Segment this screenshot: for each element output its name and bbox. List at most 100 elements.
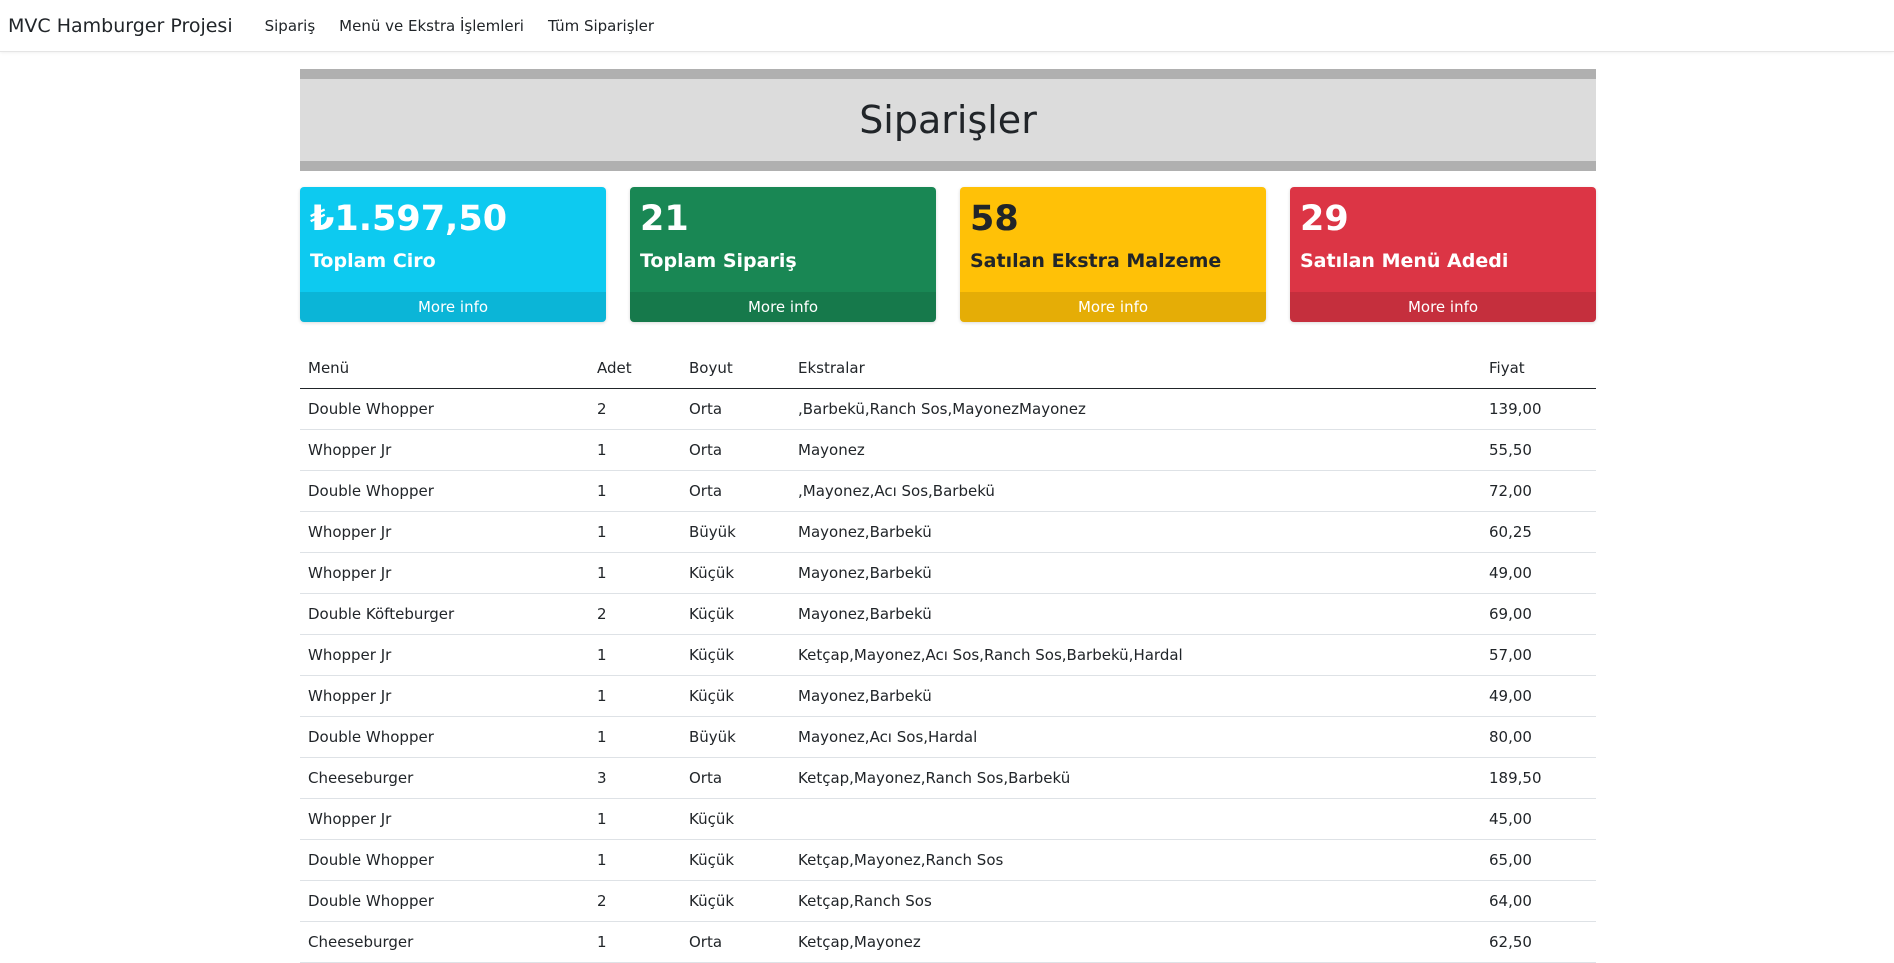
cell-ekstralar: Ketçap,Mayonez,Acı Sos,Ranch Sos,Barbekü… [790, 634, 1481, 676]
cell-fiyat: 139,00 [1481, 388, 1596, 430]
table-row: Double Whopper 1 Büyük Mayonez,Acı Sos,Hard… [300, 716, 1596, 758]
table-row: Double Whopper 1 Orta ,Mayonez,Acı Sos,Barb… [300, 470, 1596, 512]
cell-menu: Whopper Jr [300, 552, 589, 594]
cell-menu: Double Whopper [300, 470, 589, 512]
table-row: Whopper Jr 1 Orta Mayonez 55,50 [300, 429, 1596, 471]
stat-card-ekstra-malzeme: 58 Satılan Ekstra Malzeme More info [960, 187, 1266, 322]
cell-ekstralar: Mayonez,Barbekü [790, 593, 1481, 635]
cell-fiyat: 189,50 [1481, 757, 1596, 799]
cell-boyut: Küçük [681, 798, 790, 840]
table-row: Whopper Jr 1 Küçük Mayonez,Barbekü 49,00 [300, 675, 1596, 717]
table-row: Double Whopper 2 Orta ,Barbekü,Ranch Sos,Ma… [300, 388, 1596, 430]
cell-adet: 2 [589, 388, 681, 430]
cell-ekstralar: Mayonez,Barbekü [790, 552, 1481, 594]
cell-adet: 1 [589, 470, 681, 512]
table-row: Double Whopper 2 Küçük Ketçap,Ranch Sos 64,0… [300, 880, 1596, 922]
cell-ekstralar: Mayonez,Barbekü [790, 675, 1481, 717]
stat-label: Satılan Menü Adedi [1300, 250, 1509, 272]
stat-card-toplam-ciro: ₺1.597,50 Toplam Ciro More info [300, 187, 606, 322]
cell-boyut: Orta [681, 757, 790, 799]
cell-adet: 1 [589, 634, 681, 676]
stat-value: 29 [1300, 199, 1349, 239]
cell-adet: 2 [589, 593, 681, 635]
column-header-ekstralar: Ekstralar [790, 348, 1481, 389]
cell-ekstralar: Mayonez,Barbekü [790, 511, 1481, 553]
page-header: Siparişler [300, 69, 1596, 171]
cell-fiyat: 62,50 [1481, 921, 1596, 963]
stat-card-menu-adedi: 29 Satılan Menü Adedi More info [1290, 187, 1596, 322]
table-row: Whopper Jr 1 Küçük Ketçap,Mayonez,Acı Sos,R… [300, 634, 1596, 676]
table-row: Whopper Jr 1 Küçük Mayonez,Barbekü 49,00 [300, 552, 1596, 594]
more-info-link[interactable]: More info [960, 292, 1266, 322]
table-row: Cheeseburger 3 Orta Ketçap,Mayonez,Ranch So… [300, 757, 1596, 799]
cell-boyut: Orta [681, 470, 790, 512]
cell-ekstralar: Mayonez [790, 429, 1481, 471]
cell-menu: Double Whopper [300, 880, 589, 922]
cell-menu: Double Whopper [300, 839, 589, 881]
stat-value: 21 [640, 199, 689, 239]
more-info-link[interactable]: More info [300, 292, 606, 322]
stat-label: Satılan Ekstra Malzeme [970, 250, 1222, 272]
cell-ekstralar: Ketçap,Mayonez,Ranch Sos,Barbekü [790, 757, 1481, 799]
cell-boyut: Küçük [681, 880, 790, 922]
cell-fiyat: 65,00 [1481, 839, 1596, 881]
more-info-link[interactable]: More info [1290, 292, 1596, 322]
cell-menu: Double Whopper [300, 716, 589, 758]
table-row: Whopper Jr 1 Küçük 45,00 [300, 798, 1596, 840]
cell-boyut: Küçük [681, 839, 790, 881]
cell-adet: 3 [589, 757, 681, 799]
table-row: Cheeseburger 1 Orta Ketçap,Mayonez 62,50 [300, 921, 1596, 963]
stat-card-toplam-siparis: 21 Toplam Sipariş More info [630, 187, 936, 322]
cell-adet: 1 [589, 716, 681, 758]
cell-ekstralar: ,Mayonez,Acı Sos,Barbekü [790, 470, 1481, 512]
cell-adet: 1 [589, 429, 681, 471]
brand-link[interactable]: MVC Hamburger Projesi [8, 15, 233, 37]
cell-menu: Whopper Jr [300, 675, 589, 717]
cell-menu: Cheeseburger [300, 757, 589, 799]
top-navbar: MVC Hamburger Projesi Sipariş Menü ve Ek… [0, 0, 1894, 52]
cell-ekstralar: Mayonez,Acı Sos,Hardal [790, 716, 1481, 758]
column-header-fiyat: Fiyat [1481, 348, 1596, 389]
cell-fiyat: 45,00 [1481, 798, 1596, 840]
cell-menu: Whopper Jr [300, 511, 589, 553]
stat-value: 58 [970, 199, 1019, 239]
cell-ekstralar: Ketçap,Mayonez [790, 921, 1481, 963]
cell-ekstralar: ,Barbekü,Ranch Sos,MayonezMayonez [790, 388, 1481, 430]
table-row: Double Whopper 1 Küçük Ketçap,Mayonez,Ranch… [300, 839, 1596, 881]
table-row: Whopper Jr 1 Büyük Mayonez,Barbekü 60,25 [300, 511, 1596, 553]
more-info-link[interactable]: More info [630, 292, 936, 322]
cell-boyut: Orta [681, 429, 790, 471]
cell-adet: 1 [589, 839, 681, 881]
cell-ekstralar [790, 798, 1481, 840]
cell-fiyat: 64,00 [1481, 880, 1596, 922]
main-container: Siparişler ₺1.597,50 Toplam Ciro More in… [300, 69, 1596, 963]
cell-boyut: Büyük [681, 511, 790, 553]
column-header-boyut: Boyut [681, 348, 790, 389]
cell-adet: 1 [589, 921, 681, 963]
cell-boyut: Büyük [681, 716, 790, 758]
nav-link-menu-ekstra[interactable]: Menü ve Ekstra İşlemleri [339, 17, 524, 35]
cell-boyut: Orta [681, 921, 790, 963]
cell-menu: Whopper Jr [300, 798, 589, 840]
cell-menu: Double Köfteburger [300, 593, 589, 635]
cell-ekstralar: Ketçap,Mayonez,Ranch Sos [790, 839, 1481, 881]
cell-fiyat: 60,25 [1481, 511, 1596, 553]
cell-fiyat: 49,00 [1481, 552, 1596, 594]
nav-link-tum-siparisler[interactable]: Tüm Siparişler [548, 17, 654, 35]
cell-menu: Cheeseburger [300, 921, 589, 963]
cell-ekstralar: Ketçap,Ranch Sos [790, 880, 1481, 922]
cell-menu: Double Whopper [300, 388, 589, 430]
cell-menu: Whopper Jr [300, 429, 589, 471]
nav-link-siparis[interactable]: Sipariş [265, 17, 316, 35]
cell-menu: Whopper Jr [300, 634, 589, 676]
cell-fiyat: 49,00 [1481, 675, 1596, 717]
table-header-row: Menü Adet Boyut Ekstralar Fiyat [300, 348, 1596, 389]
cell-adet: 1 [589, 798, 681, 840]
cell-fiyat: 57,00 [1481, 634, 1596, 676]
page-title: Siparişler [859, 98, 1037, 142]
table-row: Double Köfteburger 2 Küçük Mayonez,Barbekü 6… [300, 593, 1596, 635]
cell-boyut: Küçük [681, 552, 790, 594]
cell-fiyat: 55,50 [1481, 429, 1596, 471]
cell-boyut: Küçük [681, 593, 790, 635]
cell-boyut: Orta [681, 388, 790, 430]
